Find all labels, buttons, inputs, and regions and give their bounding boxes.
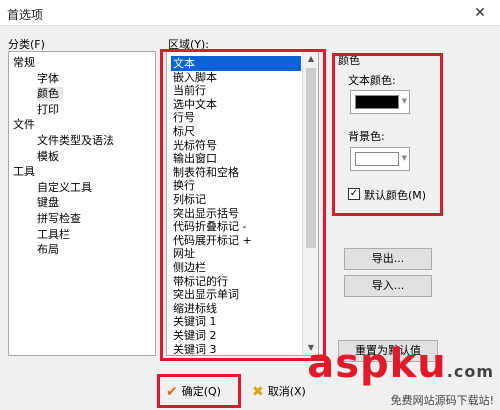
cancel-button-label: 取消(X): [267, 385, 306, 398]
watermark-suffix: .com: [446, 362, 494, 381]
title-bar: 首选项 ✕: [0, 0, 500, 26]
category-item[interactable]: 模板: [37, 150, 63, 164]
watermark: aspku.com 免费网站源码下载站!: [307, 344, 494, 408]
category-item[interactable]: 自定义工具: [37, 181, 96, 195]
watermark-brand: aspku: [307, 341, 447, 387]
category-item[interactable]: 工具栏: [37, 228, 74, 242]
highlight-color-box: [332, 53, 443, 216]
category-item[interactable]: 字体: [37, 72, 63, 86]
cross-icon: ✖: [252, 384, 264, 400]
category-item[interactable]: 文件类型及语法: [37, 134, 118, 148]
category-item[interactable]: 拼写检查: [37, 212, 85, 226]
import-button[interactable]: 导入...: [344, 275, 432, 297]
category-item[interactable]: 键盘: [37, 196, 63, 210]
category-label: 分类(F): [8, 38, 45, 51]
category-item[interactable]: 打印: [37, 103, 63, 117]
category-item[interactable]: 颜色: [37, 87, 63, 102]
highlight-area-box: [160, 49, 326, 361]
highlight-ok-box: [157, 374, 241, 408]
category-item[interactable]: 工具: [13, 165, 39, 179]
export-button[interactable]: 导出...: [344, 248, 432, 270]
category-list[interactable]: 常规字体 颜色 打印 文件文件类型及语法 模板 工具自定义工具 键盘拼写检查工具栏 布局: [8, 51, 156, 356]
cancel-button[interactable]: ✖ 取消(X): [252, 380, 306, 404]
category-item[interactable]: 文件: [13, 118, 39, 132]
category-item[interactable]: 布局: [37, 243, 63, 257]
watermark-subtitle: 免费网站源码下载站!: [390, 394, 494, 407]
window-title: 首选项: [7, 8, 44, 22]
close-icon[interactable]: ✕: [460, 0, 500, 26]
category-item[interactable]: 常规: [13, 56, 39, 70]
